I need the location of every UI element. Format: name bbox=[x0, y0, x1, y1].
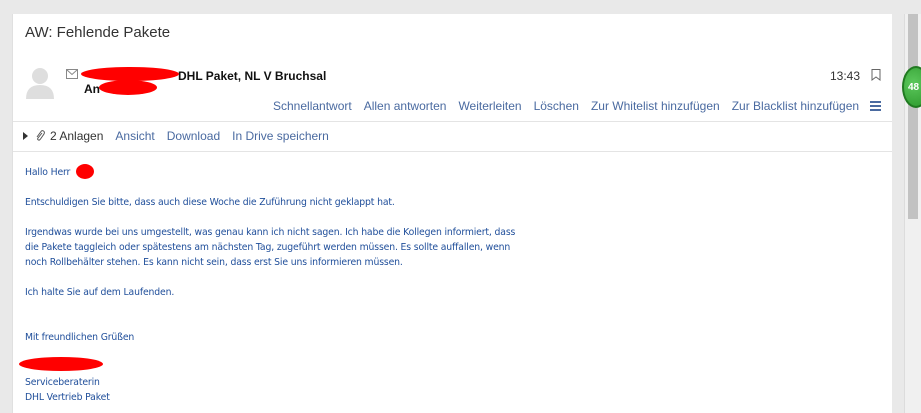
body-line: Irgendwas wurde bei uns umgestellt, was … bbox=[25, 227, 516, 238]
forward-button[interactable]: Weiterleiten bbox=[458, 99, 521, 113]
redaction-mark bbox=[76, 164, 94, 179]
reply-all-button[interactable]: Allen antworten bbox=[364, 99, 447, 113]
view-attachments-link[interactable]: Ansicht bbox=[115, 129, 154, 143]
action-bar: Schnellantwort Allen antworten Weiterlei… bbox=[273, 99, 871, 113]
avatar bbox=[26, 68, 54, 99]
signature-org: DHL Vertrieb Paket bbox=[25, 392, 110, 403]
redaction-mark bbox=[81, 67, 179, 81]
scrollbar-thumb[interactable] bbox=[908, 14, 918, 219]
signature-role: Serviceberaterin bbox=[25, 377, 100, 388]
closing: Mit freundlichen Grüßen bbox=[25, 332, 135, 343]
greeting: Hallo Herr bbox=[25, 167, 71, 178]
divider bbox=[13, 121, 892, 122]
body-line: noch Rollbehälter stehen. Es kann nicht … bbox=[25, 257, 403, 268]
save-to-drive-link[interactable]: In Drive speichern bbox=[232, 129, 329, 143]
recipient-label: An bbox=[84, 82, 100, 96]
sender-text: DHL Paket, NL V Bruchsal bbox=[178, 69, 327, 83]
delete-button[interactable]: Löschen bbox=[534, 99, 579, 113]
body-line: Entschuldigen Sie bitte, dass auch diese… bbox=[25, 197, 395, 208]
email-view: AW: Fehlende Pakete DHL Paket, NL V Bruc… bbox=[12, 14, 892, 413]
attachment-bar: 2 Anlagen Ansicht Download In Drive spei… bbox=[23, 129, 329, 143]
email-body: Hallo Herr Entschuldigen Sie bitte, dass… bbox=[25, 165, 515, 405]
quick-reply-button[interactable]: Schnellantwort bbox=[273, 99, 352, 113]
email-time: 13:43 bbox=[830, 69, 861, 83]
email-subject: AW: Fehlende Pakete bbox=[25, 24, 171, 41]
expand-caret-icon[interactable] bbox=[23, 132, 28, 140]
body-line: die Pakete taggleich oder spätestens am … bbox=[25, 242, 511, 253]
redaction-mark bbox=[19, 357, 103, 371]
envelope-icon bbox=[66, 69, 78, 79]
bookmark-icon[interactable] bbox=[871, 69, 881, 81]
whitelist-button[interactable]: Zur Whitelist hinzufügen bbox=[591, 99, 720, 113]
badge-count: 48 bbox=[908, 81, 920, 93]
paperclip-icon bbox=[36, 130, 45, 141]
hamburger-menu-icon[interactable] bbox=[870, 101, 881, 111]
redaction-mark bbox=[99, 80, 157, 95]
download-attachments-link[interactable]: Download bbox=[167, 129, 220, 143]
attachment-count[interactable]: 2 Anlagen bbox=[50, 129, 103, 143]
divider bbox=[13, 151, 892, 152]
blacklist-button[interactable]: Zur Blacklist hinzufügen bbox=[732, 99, 859, 113]
body-line: Ich halte Sie auf dem Laufenden. bbox=[25, 287, 175, 298]
